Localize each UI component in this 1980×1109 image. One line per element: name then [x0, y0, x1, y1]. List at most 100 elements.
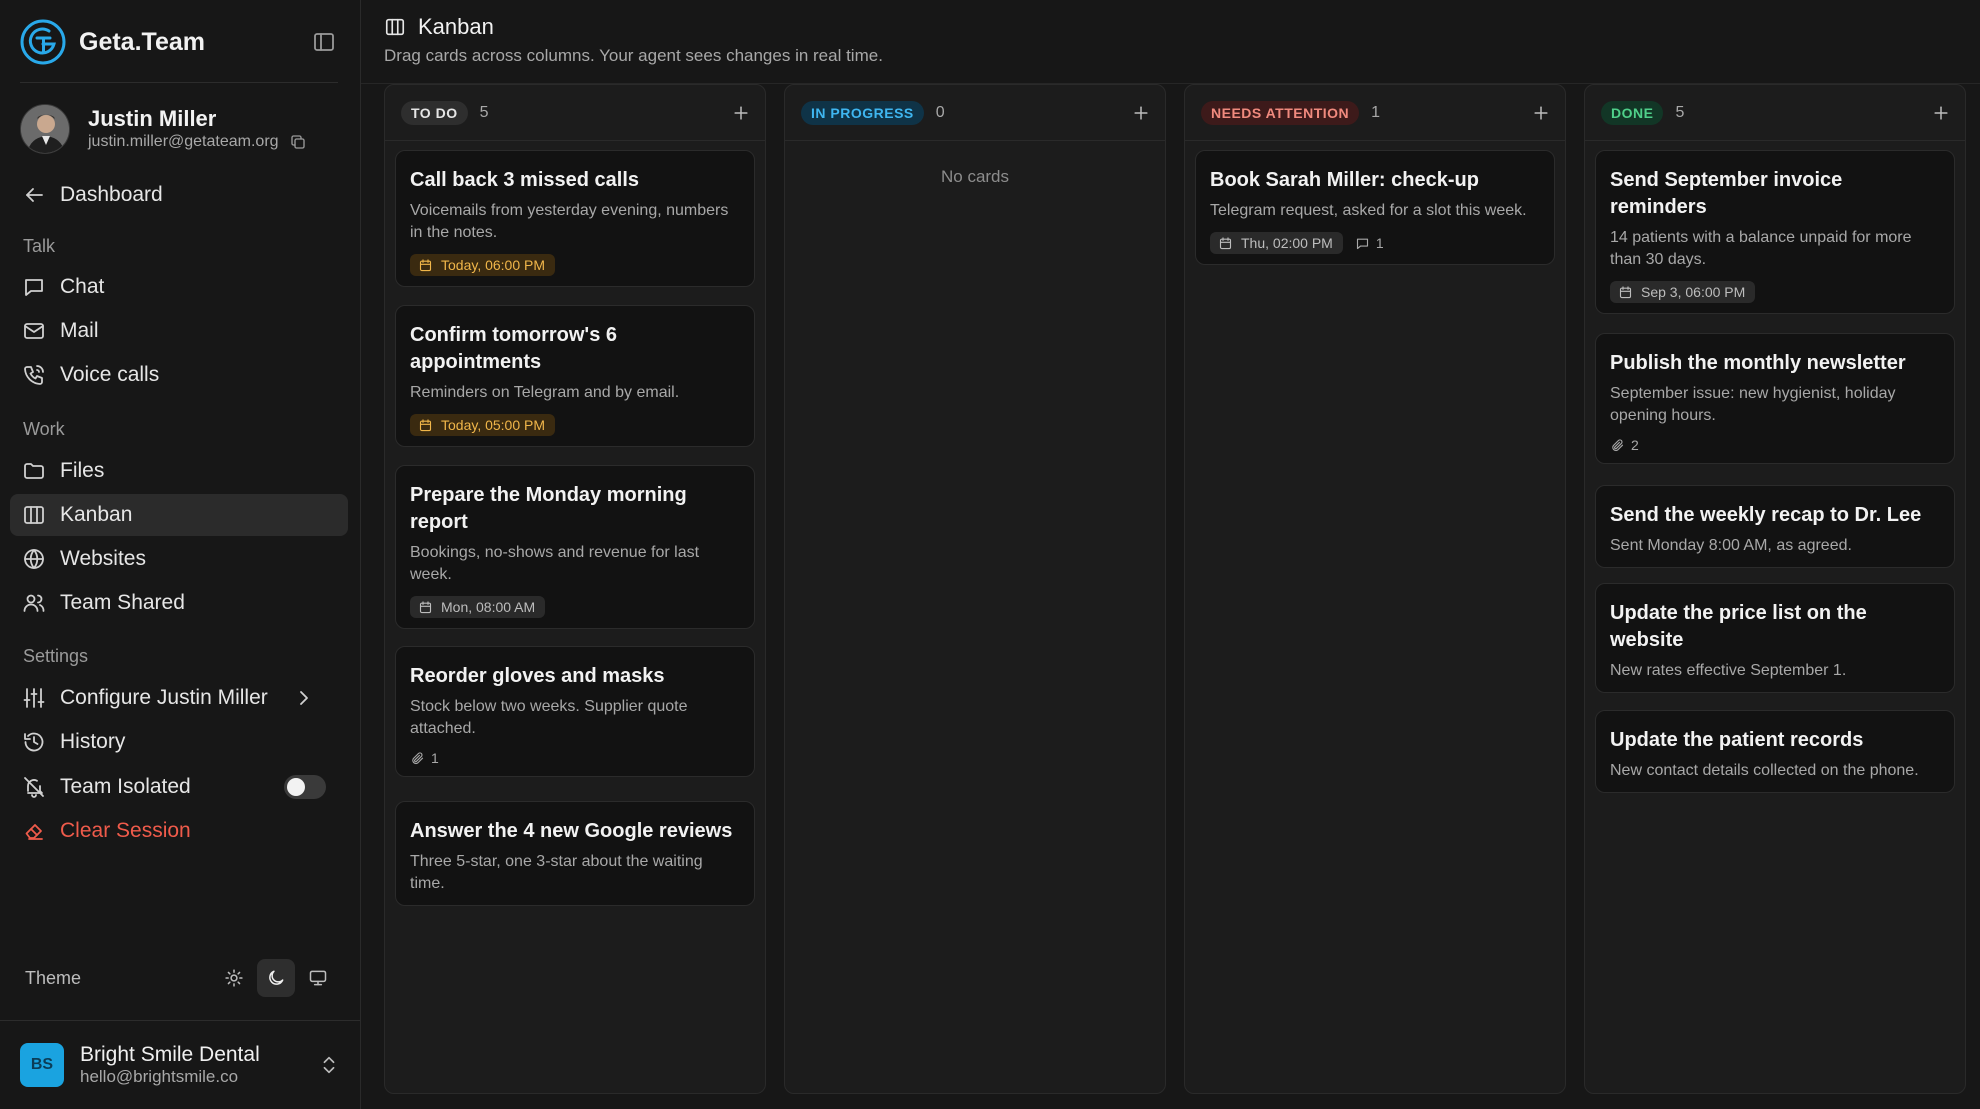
card-footer: 2	[1610, 437, 1940, 453]
nav-voice-calls[interactable]: Voice calls	[10, 354, 348, 396]
calendar-icon	[419, 600, 432, 613]
page-header: Kanban Drag cards across columns. Your a…	[384, 14, 883, 66]
section-talk-label: Talk	[23, 236, 56, 256]
copy-icon[interactable]	[289, 133, 307, 151]
card-description: New rates effective September 1.	[1610, 662, 1847, 679]
card-title: Answer the 4 new Google reviews	[410, 820, 733, 842]
card-description: Three 5-star, one 3-star about the waiti…	[410, 853, 703, 892]
sidebar-panel-icon	[314, 33, 334, 51]
user-email: justin.miller@getateam.org	[88, 133, 279, 150]
nav-team-shared-label: Team Shared	[60, 591, 185, 614]
comment-count: 1	[1355, 235, 1384, 251]
card-title: Update the price list on the website	[1610, 602, 1867, 651]
theme-dark-button[interactable]	[257, 959, 295, 997]
nav-websites[interactable]: Websites	[10, 538, 348, 580]
column-header: TO DO 5	[401, 99, 751, 127]
kanban-card[interactable]: Book Sarah Miller: check-up Telegram requ…	[1195, 150, 1555, 265]
kanban-card[interactable]: Answer the 4 new Google reviews Three 5-s…	[395, 801, 755, 906]
column-status-badge: DONE	[1601, 101, 1664, 125]
nav-history-label: History	[60, 730, 126, 753]
card-title: Send the weekly recap to Dr. Lee	[1610, 504, 1922, 526]
sidebar-footer-divider	[0, 1020, 360, 1021]
folder-icon	[24, 463, 44, 479]
add-card-button[interactable]	[1931, 103, 1951, 123]
section-settings-label: Settings	[23, 646, 89, 666]
nav-mail-label: Mail	[60, 319, 99, 342]
nav-dashboard-label: Dashboard	[60, 183, 163, 206]
column-card-count: 5	[1675, 104, 1685, 121]
kanban-card[interactable]: Update the price list on the website New …	[1595, 583, 1955, 693]
card-footer: Thu, 02:00 PM 1	[1210, 232, 1540, 254]
attachment-count-text: 1	[431, 750, 439, 766]
eraser-icon	[25, 824, 43, 840]
nav-voice-calls-label: Voice calls	[60, 363, 160, 386]
kanban-card[interactable]: Call back 3 missed calls Voicemails from …	[395, 150, 755, 287]
kanban-icon	[24, 506, 44, 524]
card-footer: Today, 05:00 PM	[410, 414, 740, 436]
team-isolated-toggle[interactable]	[284, 775, 326, 799]
kanban-card[interactable]: Prepare the Monday morning report Booking…	[395, 465, 755, 629]
calendar-icon	[419, 258, 432, 271]
kanban-card[interactable]: Send September invoice reminders 14 patie…	[1595, 150, 1955, 314]
kanban-card[interactable]: Update the patient records New contact de…	[1595, 710, 1955, 793]
kanban-main: Kanban Drag cards across columns. Your a…	[361, 0, 1980, 1109]
mail-icon	[24, 323, 44, 339]
card-description: Voicemails from yesterday evening, numbe…	[410, 202, 729, 241]
history-icon	[24, 732, 44, 752]
card-description: New contact details collected on the pho…	[1610, 762, 1919, 779]
card-title: Confirm tomorrow's 6 appointments	[410, 324, 617, 373]
nav-clear-session[interactable]: Clear Session	[10, 810, 348, 852]
workspace-switcher[interactable]: BS Bright Smile Dental hello@brightsmile…	[20, 1043, 340, 1087]
column-status-badge: IN PROGRESS	[801, 101, 924, 125]
workspace-name: Bright Smile Dental	[80, 1043, 260, 1066]
nav-chat[interactable]: Chat	[10, 266, 348, 308]
add-card-button[interactable]	[731, 103, 751, 123]
nav-history[interactable]: History	[10, 721, 348, 763]
theme-system-button[interactable]	[299, 959, 337, 997]
card-footer: Mon, 08:00 AM	[410, 596, 740, 618]
column-todo: TO DO 5 Call back 3 missed calls Voicemails…	[384, 84, 766, 1094]
nav-files[interactable]: Files	[10, 450, 348, 492]
kanban-icon	[385, 18, 405, 36]
kanban-card[interactable]: Reorder gloves and masks Stock below two …	[395, 646, 755, 777]
nav-mail[interactable]: Mail	[10, 310, 348, 352]
sidebar: Geta.Team Justin Miller justin.miller@ge…	[0, 0, 361, 1109]
attachment-count: 1	[410, 750, 439, 766]
card-description: Stock below two weeks. Supplier quote at…	[410, 698, 688, 737]
calendar-icon	[1219, 236, 1232, 249]
sidebar-toggle-button[interactable]	[312, 30, 338, 54]
card-title: Publish the monthly newsletter	[1610, 352, 1906, 374]
empty-column-message: No cards	[940, 167, 1010, 186]
kanban-card[interactable]: Publish the monthly newsletter September …	[1595, 333, 1955, 464]
toggle-knob	[287, 778, 305, 796]
column-header: IN PROGRESS 0	[801, 99, 1151, 127]
nav-dashboard[interactable]: Dashboard	[10, 174, 348, 216]
user-profile[interactable]: Justin Miller justin.miller@getateam.org	[20, 104, 307, 154]
brand[interactable]: Geta.Team	[19, 18, 205, 66]
nav-chat-label: Chat	[60, 275, 105, 298]
card-title: Update the patient records	[1610, 729, 1864, 751]
workspace-avatar: BS	[20, 1043, 64, 1087]
nav-websites-label: Websites	[60, 547, 146, 570]
due-date-chip: Today, 06:00 PM	[410, 254, 556, 276]
phone-call-icon	[24, 365, 44, 385]
kanban-card[interactable]: Confirm tomorrow's 6 appointments Reminde…	[395, 305, 755, 447]
theme-light-button[interactable]	[215, 959, 253, 997]
sidebar-divider	[20, 82, 338, 83]
add-card-button[interactable]	[1131, 103, 1151, 123]
nav-configure[interactable]: Configure Justin Miller	[10, 677, 348, 719]
plus-icon	[734, 106, 748, 120]
calendar-icon	[419, 418, 432, 431]
section-work-label: Work	[23, 419, 65, 439]
kanban-card[interactable]: Send the weekly recap to Dr. Lee Sent Mon…	[1595, 485, 1955, 568]
nav-kanban[interactable]: Kanban	[10, 494, 348, 536]
add-card-button[interactable]	[1531, 103, 1551, 123]
calendar-icon	[1619, 285, 1632, 298]
column-needs-attention: NEEDS ATTENTION 1 Book Sarah Miller: check…	[1184, 84, 1566, 1094]
due-date-text: Mon, 08:00 AM	[441, 599, 536, 615]
nav-team-shared[interactable]: Team Shared	[10, 582, 348, 624]
column-card-count: 5	[479, 104, 489, 121]
arrow-left-icon	[26, 188, 43, 202]
avatar	[20, 104, 70, 154]
avatar-photo-icon	[21, 105, 69, 153]
